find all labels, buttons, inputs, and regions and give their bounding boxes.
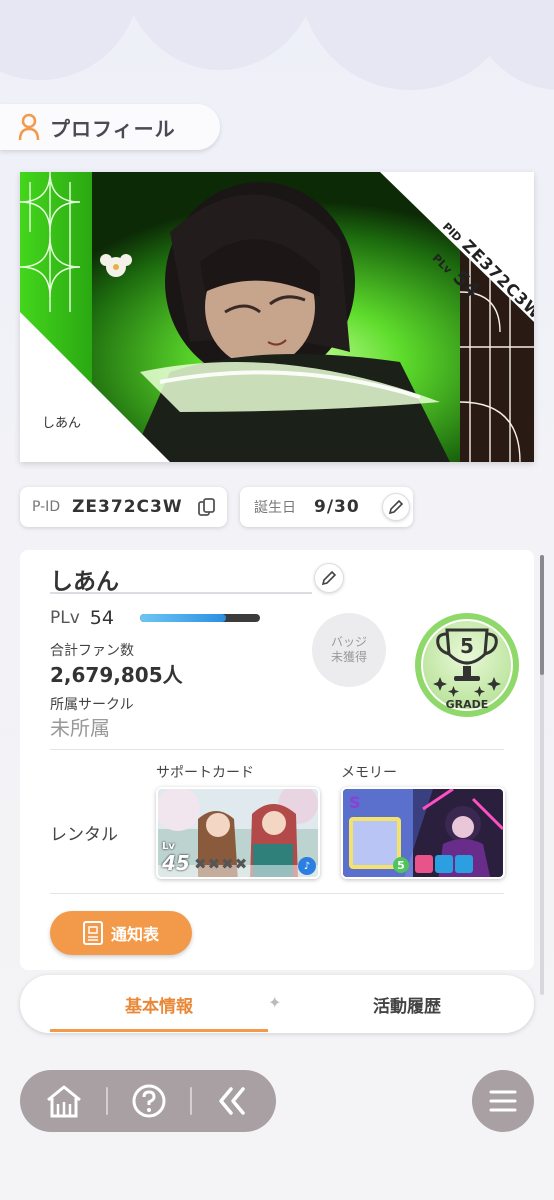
report-card-label: 通知表	[110, 925, 159, 944]
pencil-icon	[321, 570, 337, 586]
support-card-label: サポートカード	[156, 765, 254, 781]
tab-activity-history[interactable]: 活動履歴	[298, 975, 516, 1033]
person-icon	[18, 113, 40, 141]
pid-value: ZE372C3W	[72, 497, 183, 517]
memory-label: メモリー	[341, 765, 397, 781]
bottom-nav	[20, 1070, 276, 1132]
plv-label: PLv	[50, 608, 80, 628]
page-title: プロフィール	[50, 116, 176, 141]
copy-icon[interactable]	[197, 497, 217, 517]
section-divider	[50, 749, 504, 750]
pencil-icon	[388, 499, 404, 515]
report-card-button[interactable]: 通知表	[50, 911, 192, 955]
fans-label: 合計ファン数	[50, 643, 134, 659]
rental-label: レンタル	[50, 825, 118, 845]
pid-label: P-ID	[32, 499, 61, 515]
badge-line2: 未獲得	[330, 650, 367, 664]
fans-value: 2,679,805人	[50, 663, 183, 687]
profile-header: プロフィール	[0, 104, 220, 150]
report-card-icon	[82, 921, 103, 945]
back-icon[interactable]	[215, 1083, 251, 1119]
menu-button[interactable]	[472, 1070, 534, 1132]
player-level: PLv 54	[50, 607, 114, 629]
player-name-field: しあん	[50, 562, 312, 595]
pid-field: P-ID ZE372C3W	[20, 487, 227, 527]
nav-separator	[189, 1087, 192, 1115]
grade-emblem[interactable]: 5 GRADE	[412, 610, 522, 720]
character-artwork	[20, 172, 534, 462]
badge-slot[interactable]: バッジ 未獲得	[312, 613, 386, 687]
tab-separator-icon: ✦	[268, 993, 282, 1012]
support-card-type-icon: ♪	[298, 857, 316, 875]
help-icon[interactable]	[131, 1083, 167, 1119]
edit-name-button[interactable]	[314, 563, 344, 593]
birthday-value: 9/30	[314, 497, 360, 517]
support-card-thumbnail[interactable]: Lv 45 ✖✖✖✖ ♪	[156, 787, 320, 879]
badge-line1: バッジ	[330, 635, 367, 649]
circle-value: 未所属	[50, 716, 110, 740]
card-player-name: しあん	[42, 416, 82, 431]
edit-birthday-button[interactable]	[382, 493, 410, 521]
scrollbar-thumb[interactable]	[540, 555, 544, 675]
plv-value: 54	[89, 607, 114, 629]
nav-separator	[106, 1087, 109, 1115]
section-divider	[50, 893, 504, 894]
profile-tabs: 基本情報 ✦ 活動履歴	[20, 975, 534, 1033]
tab-basic-info[interactable]: 基本情報	[50, 975, 268, 1033]
circle-label: 所属サークル	[50, 697, 134, 713]
memory-thumbnail[interactable]: S 5	[341, 787, 505, 879]
level-progress-bar	[140, 614, 260, 622]
memory-skill-icons	[415, 855, 473, 873]
birthday-label: 誕生日	[254, 500, 296, 516]
memory-type-icon: S	[349, 793, 361, 812]
birthday-field: 誕生日 9/30	[240, 487, 413, 527]
level-progress-fill	[140, 614, 227, 622]
memory-level: 5	[393, 857, 409, 873]
menu-icon	[489, 1090, 517, 1112]
player-name: しあん	[50, 569, 119, 595]
home-icon[interactable]	[45, 1082, 83, 1120]
grade-label: GRADE	[445, 698, 489, 711]
support-card-level: 45	[162, 851, 190, 875]
tab-active-indicator	[50, 1029, 268, 1032]
support-card-rank-icon: ✖✖✖✖	[194, 855, 249, 873]
profile-card[interactable]: しあん PLv 54 PID ZE372C3W	[20, 172, 534, 462]
grade-value: 5	[460, 634, 474, 658]
